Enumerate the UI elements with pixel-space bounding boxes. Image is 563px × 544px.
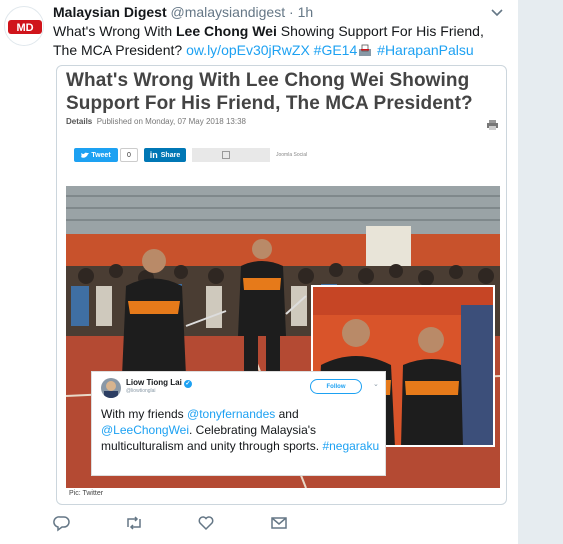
embedded-author-name: Liow Tiong Lai ✓ bbox=[126, 378, 192, 388]
article-photo: Liow Tiong Lai ✓ @liowtionglai Follow ⌄ W… bbox=[66, 186, 500, 488]
article-meta: Details Published on Monday, 07 May 2018… bbox=[66, 117, 246, 126]
timestamp[interactable]: 1h bbox=[298, 4, 314, 20]
article-title: What's Wrong With Lee Chong Wei Showing … bbox=[66, 70, 473, 114]
hashtag-harapanpalsu[interactable]: #HarapanPalsu bbox=[377, 42, 474, 58]
embedded-chevron-icon: ⌄ bbox=[373, 381, 379, 388]
linkedin-share-button: in Share bbox=[144, 148, 186, 162]
verified-icon: ✓ bbox=[183, 380, 192, 388]
like-icon[interactable] bbox=[197, 514, 217, 534]
author-name[interactable]: Malaysian Digest bbox=[53, 4, 167, 20]
tweet-actions bbox=[53, 514, 313, 534]
direct-message-icon[interactable] bbox=[270, 514, 290, 534]
tweet-link[interactable]: ow.ly/opEv30jRwZX bbox=[186, 42, 310, 58]
tweet-count: 0 bbox=[120, 148, 138, 162]
tweet-share-button: Tweet bbox=[74, 148, 118, 162]
retweet-icon[interactable] bbox=[124, 514, 144, 534]
tweet-header: Malaysian Digest @malaysiandigest · 1h bbox=[53, 4, 313, 20]
embedded-text-part2: and bbox=[275, 407, 299, 421]
social-placeholder bbox=[192, 148, 270, 162]
tweet-text-part1: What's Wrong With bbox=[53, 23, 176, 39]
ballot-box-icon bbox=[358, 43, 372, 56]
photo-caption: Pic: Twitter bbox=[69, 490, 104, 497]
reply-icon[interactable] bbox=[53, 514, 73, 534]
embedded-mention-tonyfernandes: @tonyfernandes bbox=[187, 407, 276, 421]
meta-published: Published on Monday, 07 May 2018 13:38 bbox=[96, 117, 246, 126]
linkedin-share-label: Share bbox=[160, 151, 181, 159]
embedded-text-part1: With my friends bbox=[101, 407, 188, 421]
embedded-avatar bbox=[101, 378, 121, 398]
author-handle[interactable]: @malaysiandigest bbox=[171, 4, 286, 20]
joomla-social-label: Joomla Social bbox=[276, 152, 308, 158]
embedded-name-text: Liow Tiong Lai bbox=[126, 378, 182, 387]
print-icon bbox=[487, 117, 498, 130]
separator: · bbox=[289, 4, 294, 20]
avatar-logo-text: MD bbox=[16, 22, 33, 34]
embedded-follow-button: Follow bbox=[310, 379, 362, 394]
share-row: Tweet 0 in Share Joomla Social bbox=[74, 148, 307, 162]
twitter-bird-icon bbox=[81, 152, 90, 158]
avatar[interactable]: MD bbox=[4, 6, 44, 46]
embedded-tweet-screenshot: Liow Tiong Lai ✓ @liowtionglai Follow ⌄ W… bbox=[91, 371, 386, 476]
timeline-background bbox=[518, 0, 563, 544]
tweet-text: What's Wrong With Lee Chong Wei Showing … bbox=[53, 22, 503, 60]
meta-label: Details bbox=[66, 117, 93, 126]
linkedin-icon: in bbox=[149, 150, 158, 160]
placeholder-icon bbox=[222, 151, 230, 159]
embedded-author-handle: @liowtionglai bbox=[126, 388, 156, 394]
embedded-tweet-text: With my friends @tonyfernandes and @LeeC… bbox=[101, 406, 383, 454]
tweet[interactable]: MD Malaysian Digest @malaysiandigest · 1… bbox=[0, 0, 518, 544]
hashtag-ge14[interactable]: #GE14 bbox=[314, 42, 358, 58]
embedded-mention-leechongwei: @LeeChongWei bbox=[101, 423, 190, 437]
tweet-share-label: Tweet bbox=[91, 151, 111, 159]
tweet-text-bold: Lee Chong Wei bbox=[176, 23, 277, 39]
chevron-down-icon[interactable] bbox=[491, 6, 503, 20]
embedded-hashtag-negaraku: #negaraku bbox=[322, 439, 380, 453]
article-image-card[interactable]: What's Wrong With Lee Chong Wei Showing … bbox=[56, 65, 507, 505]
